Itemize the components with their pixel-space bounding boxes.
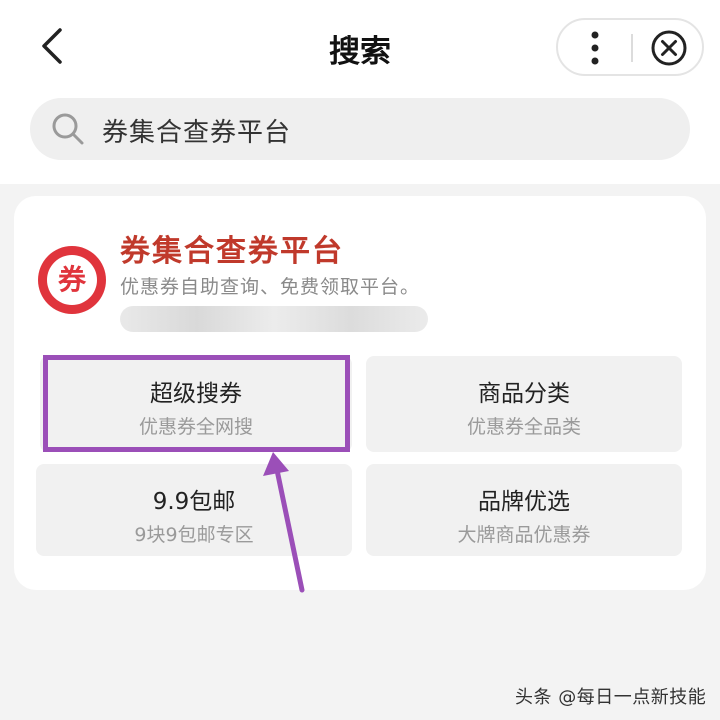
tile-subtitle: 优惠券全网搜 [138,416,253,438]
tile-title: 商品分类 [478,381,570,407]
more-button[interactable] [566,24,624,72]
mini-program-capsule [556,18,704,76]
close-circle-icon [651,30,687,66]
logo-text: 券 [57,263,86,296]
tile-super-coupon-search[interactable]: 超级搜券 优惠券全网搜 [40,356,352,452]
search-query: 券集合查券平台 [102,118,292,148]
tile-title: 品牌优选 [478,489,570,515]
tile-subtitle: 9块9包邮专区 [134,524,254,546]
search-icon [52,113,84,145]
capsule-divider [631,34,633,62]
app-logo: 券 [38,246,106,314]
tile-title: 超级搜券 [150,381,242,407]
tile-brand-picks[interactable]: 品牌优选 大牌商品优惠券 [366,464,682,556]
tile-free-shipping[interactable]: 9.9包邮 9块9包邮专区 [36,464,352,556]
tile-subtitle: 优惠券全品类 [466,416,581,438]
tile-subtitle: 大牌商品优惠券 [457,524,591,546]
blurred-info [120,306,428,332]
close-button[interactable] [640,24,698,72]
watermark: 头条 @每日一点新技能 [515,687,707,708]
app-name[interactable]: 券集合查券平台 [120,226,344,270]
more-vertical-icon [591,31,599,65]
app-description: 优惠券自助查询、免费领取平台。 [120,276,421,298]
tile-title: 9.9包邮 [152,489,236,515]
tile-product-category[interactable]: 商品分类 优惠券全品类 [366,356,682,452]
search-input[interactable]: 券集合查券平台 [30,98,690,160]
